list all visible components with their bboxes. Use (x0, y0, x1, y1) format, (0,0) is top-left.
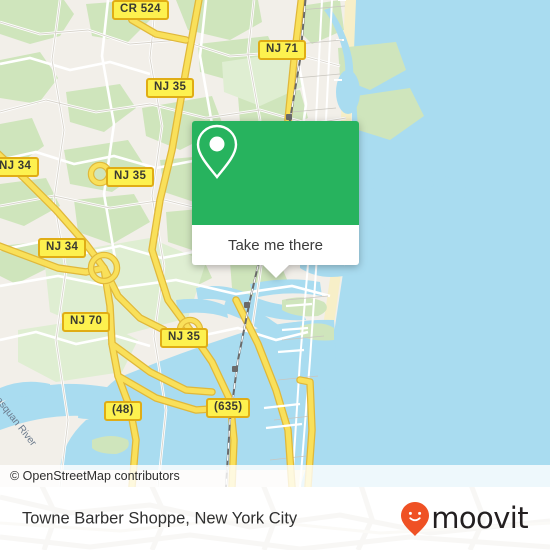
moovit-logo[interactable]: moovit (400, 501, 529, 537)
osm-attribution-text[interactable]: © OpenStreetMap contributors (0, 469, 180, 483)
location-popup-card[interactable]: Take me there (192, 121, 359, 278)
shield-cr-524: CR 524 (112, 0, 169, 20)
shield-nj-35-north: NJ 35 (146, 78, 195, 98)
map-attribution-bar: © OpenStreetMap contributors (0, 465, 550, 487)
shield-nj-70: NJ 70 (62, 312, 111, 332)
take-me-there-button[interactable]: Take me there (192, 225, 359, 265)
moovit-smiley-pin-icon (401, 501, 430, 536)
screenshot-root: CR 524 NJ 71 NJ 35 NJ 34 NJ 35 NJ 34 NJ … (0, 0, 550, 550)
shield-cr-635: (635) (206, 398, 251, 418)
shield-cr-48: (48) (104, 401, 142, 421)
shield-nj-34-edge: NJ 34 (0, 157, 40, 177)
shield-nj-35-mid: NJ 35 (106, 167, 155, 187)
shield-nj-71: NJ 71 (258, 40, 307, 60)
place-title: Towne Barber Shoppe, New York City (22, 509, 298, 527)
take-me-there-label: Take me there (227, 236, 324, 254)
shield-nj-34: NJ 34 (38, 238, 87, 258)
moovit-wordmark: moovit (431, 501, 528, 535)
footer-bar: Towne Barber Shoppe, New York City moovi… (0, 487, 550, 550)
popup-tail (262, 265, 289, 278)
popup-image-area (192, 121, 359, 225)
map-canvas[interactable]: CR 524 NJ 71 NJ 35 NJ 34 NJ 35 NJ 34 NJ … (0, 0, 550, 487)
shield-nj-35-south: NJ 35 (160, 328, 209, 348)
map-pin-icon (196, 124, 238, 179)
